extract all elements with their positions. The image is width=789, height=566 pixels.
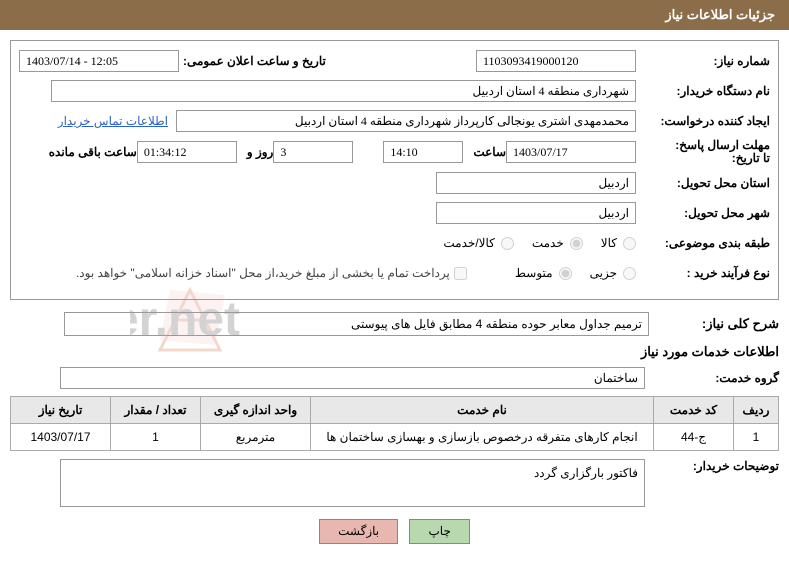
- radio-goods-service: [501, 237, 514, 250]
- deadline-date-field: 1403/07/17: [506, 141, 636, 163]
- payment-checkbox: [454, 267, 467, 280]
- time-label: ساعت: [473, 145, 506, 159]
- buyer-label: نام دستگاه خریدار:: [640, 84, 770, 98]
- req-no-field: 1103093419000120: [476, 50, 636, 72]
- city-field: اردبیل: [436, 202, 636, 224]
- province-field: اردبیل: [436, 172, 636, 194]
- buyer-desc-label: توضیحات خریدار:: [649, 459, 779, 473]
- cell-date: 1403/07/17: [11, 424, 111, 451]
- goods-service-label: کالا/خدمت: [443, 236, 494, 250]
- services-section-title: اطلاعات خدمات مورد نیاز: [10, 344, 779, 360]
- countdown-field: 01:34:12: [137, 141, 237, 163]
- radio-minor: [623, 267, 636, 280]
- cell-name: انجام کارهای متفرقه درخصوص بازسازی و بهس…: [311, 424, 654, 451]
- cell-unit: مترمربع: [201, 424, 311, 451]
- days-remaining-field: 3: [273, 141, 353, 163]
- cell-code: ج-44: [654, 424, 734, 451]
- req-no-label: شماره نیاز:: [640, 54, 770, 68]
- th-row: ردیف: [734, 397, 779, 424]
- overall-label: شرح کلی نیاز:: [649, 316, 779, 332]
- th-code: کد خدمت: [654, 397, 734, 424]
- th-name: نام خدمت: [311, 397, 654, 424]
- th-date: تاریخ نیاز: [11, 397, 111, 424]
- city-label: شهر محل تحویل:: [640, 206, 770, 220]
- back-button[interactable]: بازگشت: [319, 519, 398, 544]
- deadline-label: مهلت ارسال پاسخ: تا تاریخ:: [640, 139, 770, 165]
- buyer-desc-field: فاکتور بارگزاری گردد: [60, 459, 645, 507]
- medium-label: متوسط: [515, 266, 553, 280]
- overall-field: ترمیم جداول معابر حوده منطقه 4 مطابق فای…: [64, 312, 649, 336]
- th-unit: واحد اندازه گیری: [201, 397, 311, 424]
- th-qty: تعداد / مقدار: [111, 397, 201, 424]
- minor-label: جزیی: [590, 266, 617, 280]
- radio-service: [570, 237, 583, 250]
- form-panel: شماره نیاز: 1103093419000120 تاریخ و ساع…: [10, 40, 779, 300]
- announce-label: تاریخ و ساعت اعلان عمومی:: [183, 54, 326, 68]
- proc-type-label: نوع فرآیند خرید :: [640, 266, 770, 280]
- announce-field: 1403/07/14 - 12:05: [19, 50, 179, 72]
- contact-link[interactable]: اطلاعات تماس خریدار: [58, 114, 168, 128]
- page-title: جزئیات اطلاعات نیاز: [0, 0, 789, 30]
- radio-goods: [623, 237, 636, 250]
- cell-row: 1: [734, 424, 779, 451]
- services-table: ردیف کد خدمت نام خدمت واحد اندازه گیری ت…: [10, 396, 779, 451]
- days-suffix: روز و: [247, 145, 274, 159]
- print-button[interactable]: چاپ: [409, 519, 469, 544]
- subject-class-label: طبقه بندی موضوعی:: [640, 236, 770, 250]
- requester-field: محمدمهدی اشتری یونجالی کارپرداز شهرداری …: [176, 110, 636, 132]
- remaining-suffix: ساعت باقی مانده: [49, 145, 137, 159]
- radio-medium: [559, 267, 572, 280]
- table-row: 1 ج-44 انجام کارهای متفرقه درخصوص بازساز…: [11, 424, 779, 451]
- group-label: گروه خدمت:: [649, 371, 779, 385]
- service-label: خدمت: [532, 236, 564, 250]
- buyer-field: شهرداری منطقه 4 استان اردبیل: [51, 80, 636, 102]
- payment-note: پرداخت تمام یا بخشی از مبلغ خرید،از محل …: [76, 266, 450, 280]
- group-field: ساختمان: [60, 367, 645, 389]
- deadline-time-field: 14:10: [383, 141, 463, 163]
- cell-qty: 1: [111, 424, 201, 451]
- goods-label: کالا: [601, 236, 617, 250]
- requester-label: ایجاد کننده درخواست:: [640, 114, 770, 128]
- province-label: استان محل تحویل:: [640, 176, 770, 190]
